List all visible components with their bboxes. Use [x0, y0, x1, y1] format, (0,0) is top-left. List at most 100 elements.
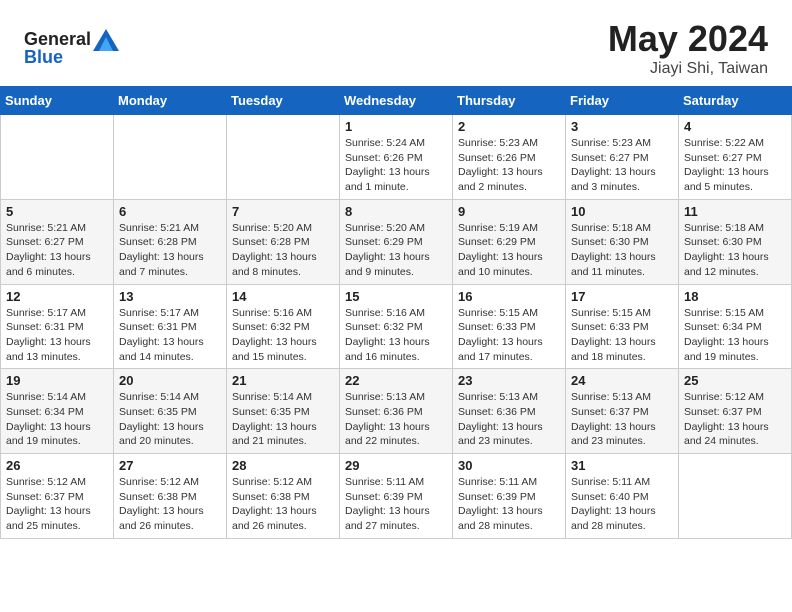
calendar-week-row: 1Sunrise: 5:24 AMSunset: 6:26 PMDaylight…: [1, 115, 792, 200]
day-info: Sunrise: 5:11 AMSunset: 6:39 PMDaylight:…: [345, 475, 447, 534]
day-number: 21: [232, 373, 334, 388]
day-info: Sunrise: 5:22 AMSunset: 6:27 PMDaylight:…: [684, 136, 786, 195]
calendar-week-row: 26 Sunrise: 5:12 AMSunset: 6:37 PMDayligh…: [1, 454, 792, 539]
calendar-week-row: 5 Sunrise: 5:21 AMSunset: 6:27 PMDaylight…: [1, 199, 792, 284]
calendar-cell: 27 Sunrise: 5:12 AMSunset: 6:38 PMDayligh…: [114, 454, 227, 539]
day-info: Sunrise: 5:13 AMSunset: 6:36 PMDaylight:…: [458, 390, 560, 449]
day-number: 24: [571, 373, 673, 388]
weekday-header-monday: Monday: [114, 87, 227, 115]
day-number: 12: [6, 289, 108, 304]
weekday-header-thursday: Thursday: [453, 87, 566, 115]
header: General Blue May 2024 Jiayi Shi, Taiwan: [0, 0, 792, 86]
calendar-cell: 30 Sunrise: 5:11 AMSunset: 6:39 PMDayligh…: [453, 454, 566, 539]
day-number: 4: [684, 119, 786, 134]
day-number: 20: [119, 373, 221, 388]
day-number: 11: [684, 204, 786, 219]
day-info: Sunrise: 5:16 AMSunset: 6:32 PMDaylight:…: [232, 306, 334, 365]
day-number: 23: [458, 373, 560, 388]
day-info: Sunrise: 5:15 AMSunset: 6:33 PMDaylight:…: [571, 306, 673, 365]
day-info: Sunrise: 5:11 AMSunset: 6:39 PMDaylight:…: [458, 475, 560, 534]
calendar-cell: 20 Sunrise: 5:14 AMSunset: 6:35 PMDayligh…: [114, 369, 227, 454]
calendar-cell: 26 Sunrise: 5:12 AMSunset: 6:37 PMDayligh…: [1, 454, 114, 539]
day-number: 16: [458, 289, 560, 304]
day-info: Sunrise: 5:21 AMSunset: 6:28 PMDaylight:…: [119, 221, 221, 280]
weekday-header-tuesday: Tuesday: [227, 87, 340, 115]
logo: General Blue: [24, 29, 119, 68]
day-info: Sunrise: 5:13 AMSunset: 6:36 PMDaylight:…: [345, 390, 447, 449]
calendar-cell: 6 Sunrise: 5:21 AMSunset: 6:28 PMDaylight…: [114, 199, 227, 284]
calendar-cell: 3 Sunrise: 5:23 AMSunset: 6:27 PMDaylight…: [566, 115, 679, 200]
calendar-title: May 2024: [608, 18, 768, 60]
calendar-week-row: 12 Sunrise: 5:17 AMSunset: 6:31 PMDayligh…: [1, 284, 792, 369]
calendar-cell: 14 Sunrise: 5:16 AMSunset: 6:32 PMDayligh…: [227, 284, 340, 369]
day-number: 28: [232, 458, 334, 473]
calendar-cell: 24 Sunrise: 5:13 AMSunset: 6:37 PMDayligh…: [566, 369, 679, 454]
calendar-cell: [227, 115, 340, 200]
day-info: Sunrise: 5:17 AMSunset: 6:31 PMDaylight:…: [119, 306, 221, 365]
weekday-header-sunday: Sunday: [1, 87, 114, 115]
weekday-header-row: SundayMondayTuesdayWednesdayThursdayFrid…: [1, 87, 792, 115]
day-info: Sunrise: 5:19 AMSunset: 6:29 PMDaylight:…: [458, 221, 560, 280]
day-info: Sunrise: 5:12 AMSunset: 6:37 PMDaylight:…: [684, 390, 786, 449]
day-info: Sunrise: 5:23 AMSunset: 6:27 PMDaylight:…: [571, 136, 673, 195]
calendar-cell: 1Sunrise: 5:24 AMSunset: 6:26 PMDaylight…: [340, 115, 453, 200]
calendar-cell: 19Sunrise: 5:14 AMSunset: 6:34 PMDayligh…: [1, 369, 114, 454]
day-number: 31: [571, 458, 673, 473]
calendar-cell: 17Sunrise: 5:15 AMSunset: 6:33 PMDayligh…: [566, 284, 679, 369]
day-info: Sunrise: 5:18 AMSunset: 6:30 PMDaylight:…: [684, 221, 786, 280]
day-number: 13: [119, 289, 221, 304]
calendar-cell: 23 Sunrise: 5:13 AMSunset: 6:36 PMDayligh…: [453, 369, 566, 454]
day-info: Sunrise: 5:21 AMSunset: 6:27 PMDaylight:…: [6, 221, 108, 280]
day-info: Sunrise: 5:11 AMSunset: 6:40 PMDaylight:…: [571, 475, 673, 534]
calendar-table: SundayMondayTuesdayWednesdayThursdayFrid…: [0, 86, 792, 539]
calendar-cell: 10 Sunrise: 5:18 AMSunset: 6:30 PMDayligh…: [566, 199, 679, 284]
calendar-cell: 8Sunrise: 5:20 AMSunset: 6:29 PMDaylight…: [340, 199, 453, 284]
day-info: Sunrise: 5:12 AMSunset: 6:38 PMDaylight:…: [119, 475, 221, 534]
day-info: Sunrise: 5:16 AMSunset: 6:32 PMDaylight:…: [345, 306, 447, 365]
calendar-cell: 25 Sunrise: 5:12 AMSunset: 6:37 PMDayligh…: [679, 369, 792, 454]
title-block: May 2024 Jiayi Shi, Taiwan: [608, 18, 768, 78]
weekday-header-wednesday: Wednesday: [340, 87, 453, 115]
day-info: Sunrise: 5:15 AMSunset: 6:33 PMDaylight:…: [458, 306, 560, 365]
calendar-week-row: 19Sunrise: 5:14 AMSunset: 6:34 PMDayligh…: [1, 369, 792, 454]
day-number: 3: [571, 119, 673, 134]
logo-blue: Blue: [24, 47, 63, 68]
day-info: Sunrise: 5:12 AMSunset: 6:37 PMDaylight:…: [6, 475, 108, 534]
day-number: 6: [119, 204, 221, 219]
calendar-cell: 16 Sunrise: 5:15 AMSunset: 6:33 PMDayligh…: [453, 284, 566, 369]
calendar-subtitle: Jiayi Shi, Taiwan: [608, 60, 768, 78]
day-number: 26: [6, 458, 108, 473]
day-number: 7: [232, 204, 334, 219]
calendar-cell: 5 Sunrise: 5:21 AMSunset: 6:27 PMDaylight…: [1, 199, 114, 284]
calendar-cell: [679, 454, 792, 539]
calendar-cell: [1, 115, 114, 200]
day-number: 30: [458, 458, 560, 473]
calendar-cell: 9 Sunrise: 5:19 AMSunset: 6:29 PMDaylight…: [453, 199, 566, 284]
day-info: Sunrise: 5:24 AMSunset: 6:26 PMDaylight:…: [345, 136, 447, 195]
day-info: Sunrise: 5:14 AMSunset: 6:34 PMDaylight:…: [6, 390, 108, 449]
calendar-cell: 22 Sunrise: 5:13 AMSunset: 6:36 PMDayligh…: [340, 369, 453, 454]
day-info: Sunrise: 5:13 AMSunset: 6:37 PMDaylight:…: [571, 390, 673, 449]
day-info: Sunrise: 5:14 AMSunset: 6:35 PMDaylight:…: [119, 390, 221, 449]
day-number: 5: [6, 204, 108, 219]
day-number: 8: [345, 204, 447, 219]
day-number: 27: [119, 458, 221, 473]
day-info: Sunrise: 5:12 AMSunset: 6:38 PMDaylight:…: [232, 475, 334, 534]
day-number: 22: [345, 373, 447, 388]
day-number: 25: [684, 373, 786, 388]
day-number: 9: [458, 204, 560, 219]
calendar-cell: 29Sunrise: 5:11 AMSunset: 6:39 PMDayligh…: [340, 454, 453, 539]
weekday-header-friday: Friday: [566, 87, 679, 115]
day-number: 15: [345, 289, 447, 304]
weekday-header-saturday: Saturday: [679, 87, 792, 115]
calendar-cell: 21 Sunrise: 5:14 AMSunset: 6:35 PMDayligh…: [227, 369, 340, 454]
day-number: 14: [232, 289, 334, 304]
calendar-cell: 7Sunrise: 5:20 AMSunset: 6:28 PMDaylight…: [227, 199, 340, 284]
day-info: Sunrise: 5:18 AMSunset: 6:30 PMDaylight:…: [571, 221, 673, 280]
logo-icon: [93, 29, 119, 51]
day-info: Sunrise: 5:17 AMSunset: 6:31 PMDaylight:…: [6, 306, 108, 365]
day-info: Sunrise: 5:14 AMSunset: 6:35 PMDaylight:…: [232, 390, 334, 449]
calendar-cell: 2Sunrise: 5:23 AMSunset: 6:26 PMDaylight…: [453, 115, 566, 200]
calendar-cell: 13 Sunrise: 5:17 AMSunset: 6:31 PMDayligh…: [114, 284, 227, 369]
day-number: 10: [571, 204, 673, 219]
